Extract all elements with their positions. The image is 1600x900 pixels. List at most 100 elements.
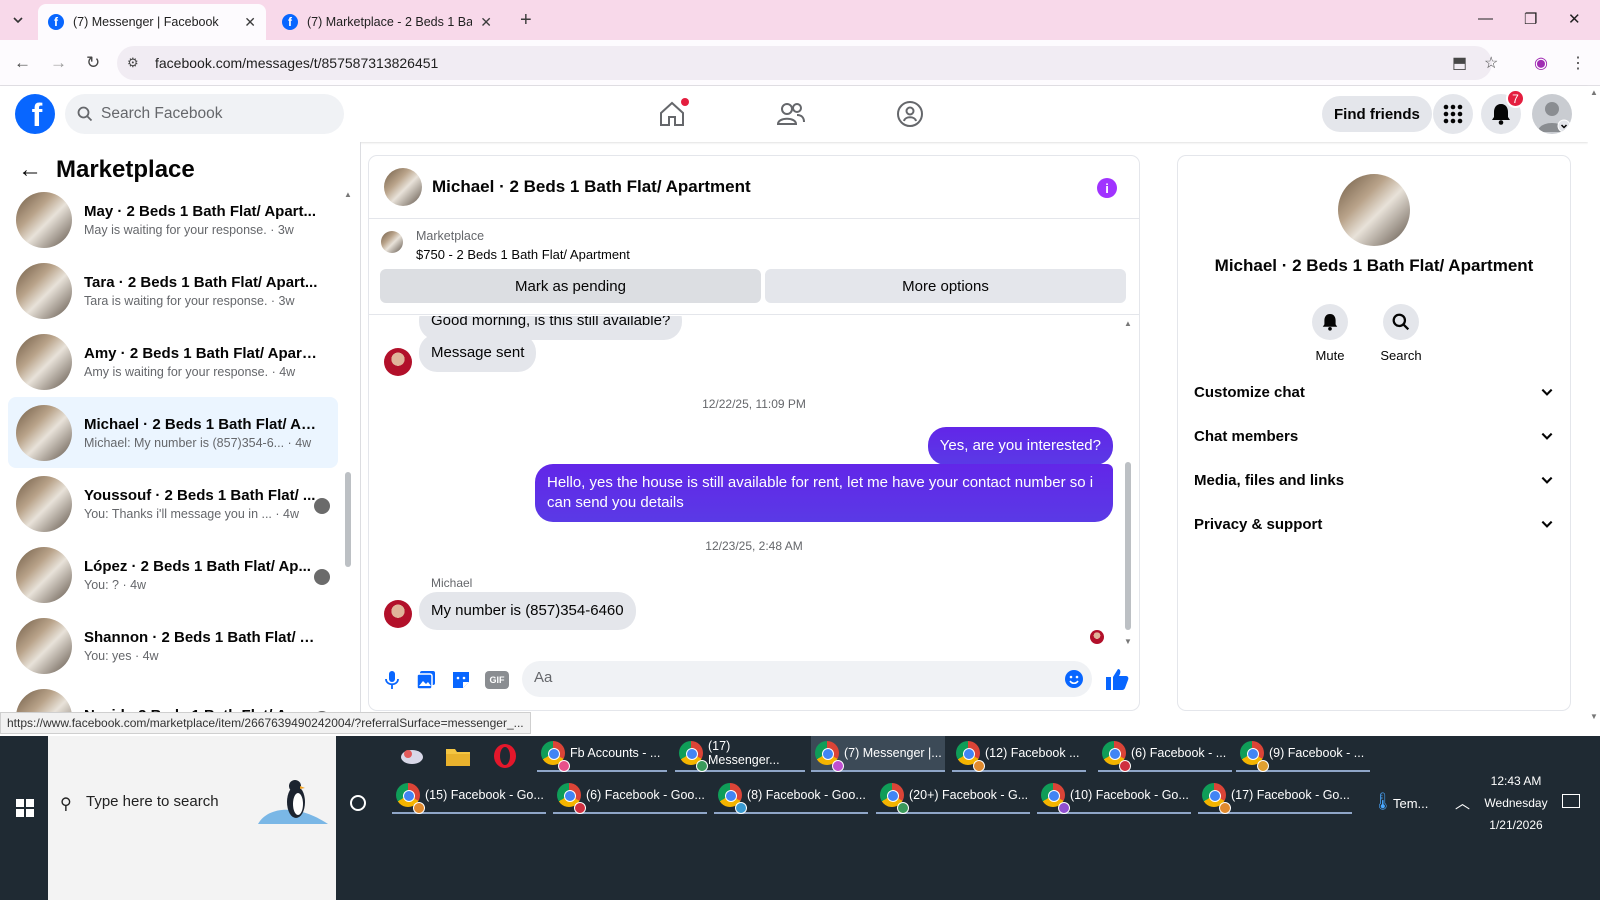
scroll-up-icon[interactable]: ▲	[1124, 319, 1132, 328]
menu-button[interactable]	[1433, 94, 1473, 134]
close-tab-icon[interactable]: ✕	[480, 14, 492, 31]
taskbar-chrome-window[interactable]: (15) Facebook - Go...	[392, 778, 546, 814]
taskbar-chrome-window[interactable]: (17) Facebook - Go...	[1198, 778, 1352, 814]
scrollbar-thumb[interactable]	[1125, 462, 1131, 630]
listing-price-title[interactable]: $750 - 2 Beds 1 Bath Flat/ Apartment	[416, 247, 630, 262]
file-explorer-icon[interactable]	[443, 741, 473, 771]
facebook-search[interactable]	[65, 94, 344, 134]
new-tab-button[interactable]: +	[520, 9, 532, 32]
browser-menu-icon[interactable]: ⋮	[1570, 53, 1586, 73]
taskbar-chrome-window[interactable]: Fb Accounts - ...	[537, 736, 667, 772]
taskbar-chrome-window[interactable]: (10) Facebook - Go...	[1037, 778, 1191, 814]
conversation-item[interactable]: López · 2 Beds 1 Bath Flat/ Ap... You: ? …	[8, 539, 338, 610]
section-label: Media, files and links	[1194, 471, 1345, 489]
privacy-support-section[interactable]: Privacy & support	[1194, 506, 1554, 542]
profile-icon[interactable]: ◉	[1534, 53, 1548, 73]
chat-members-section[interactable]: Chat members	[1194, 418, 1554, 454]
user-avatar[interactable]	[384, 600, 412, 628]
chat-profile-picture[interactable]	[1338, 174, 1410, 246]
taskbar-chrome-window[interactable]: (7) Messenger |...	[811, 736, 945, 772]
taskbar-chrome-window[interactable]: (20+) Facebook - G...	[876, 778, 1030, 814]
photo-icon[interactable]	[415, 669, 437, 691]
search-in-chat-action[interactable]: Search	[1371, 304, 1431, 363]
close-tab-icon[interactable]: ✕	[244, 14, 256, 31]
omnibox[interactable]: ⚙ facebook.com/messages/t/85758731382645…	[117, 46, 1492, 80]
back-arrow-icon[interactable]: ←	[18, 156, 42, 184]
find-friends-button[interactable]: Find friends	[1322, 96, 1432, 132]
listing-thumbnail[interactable]	[381, 231, 403, 253]
tab-search-button[interactable]	[6, 8, 30, 32]
groups-icon[interactable]	[895, 99, 925, 129]
facebook-logo[interactable]: f	[15, 94, 55, 134]
mark-as-pending-button[interactable]: Mark as pending	[380, 269, 761, 303]
task-view-icon[interactable]	[350, 795, 366, 811]
thumbs-up-icon[interactable]	[1104, 666, 1130, 692]
microphone-icon[interactable]	[381, 669, 403, 691]
chat-scrollbar[interactable]: ▲ ▼	[1124, 319, 1132, 649]
install-app-icon[interactable]: ⬒	[1452, 53, 1467, 73]
taskbar-chrome-window[interactable]: (6) Facebook - ...	[1098, 736, 1232, 772]
conversation-item-selected[interactable]: Michael · 2 Beds 1 Bath Flat/ Ap... Micha…	[8, 397, 338, 468]
conversation-item[interactable]: Tara · 2 Beds 1 Bath Flat/ Apart... Tara …	[8, 255, 338, 326]
emoji-icon[interactable]	[1064, 669, 1084, 689]
more-options-button[interactable]: More options	[765, 269, 1126, 303]
marketplace-label: Marketplace	[416, 229, 485, 243]
search-input[interactable]	[101, 105, 321, 123]
forward-button[interactable]: →	[50, 53, 67, 73]
conversation-item[interactable]: Shannon · 2 Beds 1 Bath Flat/ Ap... You: …	[8, 610, 338, 681]
outgoing-message: Hello, yes the house is still available …	[535, 464, 1113, 522]
close-window-button[interactable]: ✕	[1568, 10, 1581, 28]
friends-icon[interactable]	[776, 99, 806, 129]
site-info-icon[interactable]: ⚙	[127, 55, 145, 71]
reload-button[interactable]: ↻	[86, 53, 100, 73]
back-button[interactable]: ←	[14, 53, 31, 73]
conversation-item[interactable]: Amy · 2 Beds 1 Bath Flat/ Apart... Amy is…	[8, 326, 338, 397]
show-hidden-icons-icon[interactable]: ︿	[1455, 792, 1470, 813]
taskbar-chrome-window[interactable]: (12) Facebook ...	[952, 736, 1086, 772]
sticker-icon[interactable]	[450, 669, 472, 691]
media-files-links-section[interactable]: Media, files and links	[1194, 462, 1554, 498]
opera-browser-icon[interactable]	[490, 741, 520, 771]
taskbar-search[interactable]: ⚲	[48, 736, 336, 900]
action-center-icon[interactable]	[1562, 794, 1580, 808]
mute-action[interactable]: Mute	[1300, 304, 1360, 363]
account-avatar[interactable]	[1532, 94, 1572, 134]
weather-text[interactable]: Tem...	[1393, 796, 1428, 811]
bell-icon	[1322, 314, 1338, 331]
taskbar-chrome-window[interactable]: (6) Facebook - Goo...	[553, 778, 707, 814]
minimize-button[interactable]: —	[1478, 10, 1493, 27]
tab-marketplace[interactable]: f (7) Marketplace - 2 Beds 1 Bath ✕	[272, 4, 502, 40]
message-input-wrapper[interactable]	[522, 661, 1092, 697]
taskbar-search-input[interactable]	[86, 793, 246, 810]
app-pinned-icon[interactable]	[397, 741, 427, 771]
message-input[interactable]	[534, 669, 1054, 686]
gif-button[interactable]: GIF	[485, 671, 509, 689]
chrome-icon	[956, 741, 985, 772]
bookmark-star-icon[interactable]: ☆	[1484, 53, 1498, 73]
user-avatar[interactable]	[384, 348, 412, 376]
info-icon[interactable]: i	[1097, 178, 1117, 198]
conversation-item[interactable]: May · 2 Beds 1 Bath Flat/ Apart... May is…	[8, 184, 338, 255]
thermometer-icon[interactable]: 🌡	[1372, 792, 1394, 812]
scroll-down-icon[interactable]: ▼	[1590, 712, 1598, 721]
scroll-up-icon[interactable]: ▲	[344, 190, 352, 199]
maximize-button[interactable]: ❐	[1524, 10, 1537, 28]
sidebar-scrollbar[interactable]: ▲	[344, 190, 352, 720]
url-text[interactable]: facebook.com/messages/t/857587313826451	[155, 55, 438, 71]
scrollbar-thumb[interactable]	[345, 472, 351, 567]
conversation-item[interactable]: Youssouf · 2 Beds 1 Bath Flat/ ... You: T…	[8, 468, 338, 539]
conversation-name: López · 2 Beds 1 Bath Flat/ Ap...	[84, 557, 311, 575]
chat-avatar[interactable]	[384, 168, 422, 206]
scroll-up-icon[interactable]: ▲	[1590, 88, 1598, 97]
listing-thumbnail	[16, 475, 72, 532]
customize-chat-section[interactable]: Customize chat	[1194, 374, 1554, 410]
tab-messenger[interactable]: f (7) Messenger | Facebook ✕	[38, 4, 266, 40]
taskbar-chrome-window[interactable]: (9) Facebook - ...	[1236, 736, 1370, 772]
taskbar-chrome-window[interactable]: (8) Facebook - Goo...	[714, 778, 868, 814]
scroll-down-icon[interactable]: ▼	[1124, 637, 1132, 646]
page-scrollbar[interactable]: ▲ ▼	[1588, 86, 1600, 724]
system-clock[interactable]: 12:43 AM Wednesday 1/21/2026	[1474, 770, 1558, 836]
windows-start-icon[interactable]	[16, 799, 34, 817]
taskbar-chrome-window[interactable]: (17) Messenger...	[675, 736, 805, 772]
chat-title[interactable]: Michael · 2 Beds 1 Bath Flat/ Apartment	[432, 177, 751, 197]
